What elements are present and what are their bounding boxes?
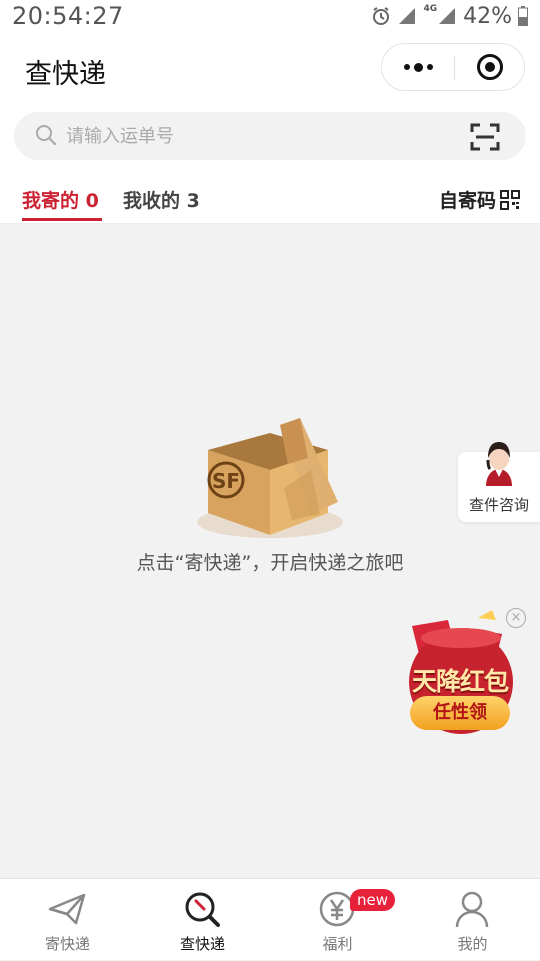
tab-track-express-label: 查快递 (179, 935, 225, 953)
new-badge: new (350, 889, 396, 911)
battery-percent: 42% (463, 3, 512, 29)
more-menu-button[interactable] (382, 44, 454, 90)
target-circle-icon (477, 54, 503, 80)
shipment-tabs: 我寄的 0 我收的 3 自寄码 (0, 170, 540, 224)
alarm-icon (373, 7, 390, 25)
tab-profile-label: 我的 (457, 935, 488, 953)
customer-service-avatar-icon (486, 442, 512, 486)
open-box-illustration: SF (197, 418, 343, 538)
search-bar (14, 112, 526, 160)
network-type: 4G (423, 3, 438, 14)
more-dot-icon (413, 62, 423, 72)
tab-track-express[interactable]: 查快递 (135, 879, 270, 961)
signal-4g-icon (439, 8, 456, 24)
red-packet-title: 天降红包 (411, 667, 509, 696)
paper-plane-icon (48, 893, 86, 925)
status-time: 20:54:27 (12, 2, 124, 30)
self-send-code-button[interactable]: 自寄码 (439, 186, 520, 213)
search-package-icon (185, 892, 220, 927)
status-indicators: 4G 42% (371, 4, 528, 29)
tab-benefits-label: 福利 (322, 935, 353, 953)
qr-code-icon (500, 189, 520, 210)
page-title: 查快递 (25, 59, 106, 90)
close-icon[interactable]: × (506, 608, 526, 628)
search-section (0, 104, 540, 170)
self-send-code-label: 自寄码 (438, 190, 496, 212)
tab-active-indicator (22, 218, 102, 221)
battery-icon (518, 6, 528, 26)
box-logo-text: SF (212, 469, 240, 493)
close-mini-program-button[interactable] (454, 44, 526, 90)
consult-label: 查件咨询 (468, 496, 529, 514)
more-dot-icon (426, 64, 433, 70)
tab-send-express-label: 寄快递 (44, 935, 90, 953)
more-dot-icon (403, 64, 410, 70)
tab-sent[interactable]: 我寄的 0 (22, 186, 99, 213)
mini-program-capsule (381, 43, 525, 91)
signal-icon (399, 8, 416, 24)
empty-state-message: 点击“寄快递”，开启快递之旅吧 (136, 552, 404, 574)
navigation-bar: 查快递 (0, 32, 540, 104)
red-packet-subtitle: 任性领 (410, 696, 510, 730)
tab-profile[interactable]: 我的 (405, 879, 540, 961)
scan-icon[interactable] (470, 122, 500, 152)
person-icon (455, 891, 489, 928)
search-icon (36, 125, 57, 146)
red-packet-promo[interactable]: 天降红包 任性领 × (406, 608, 530, 734)
bottom-tab-bar: 寄快递 查快递 new 福利 我的 (0, 878, 540, 960)
tab-send-express[interactable]: 寄快递 (0, 879, 135, 961)
tab-benefits[interactable]: new 福利 (270, 879, 405, 961)
status-bar: 20:54:27 4G 42% (0, 0, 540, 32)
tracking-number-input[interactable] (66, 120, 446, 152)
consult-service-button[interactable]: 查件咨询 (458, 442, 540, 522)
tab-received[interactable]: 我收的 3 (123, 186, 200, 213)
